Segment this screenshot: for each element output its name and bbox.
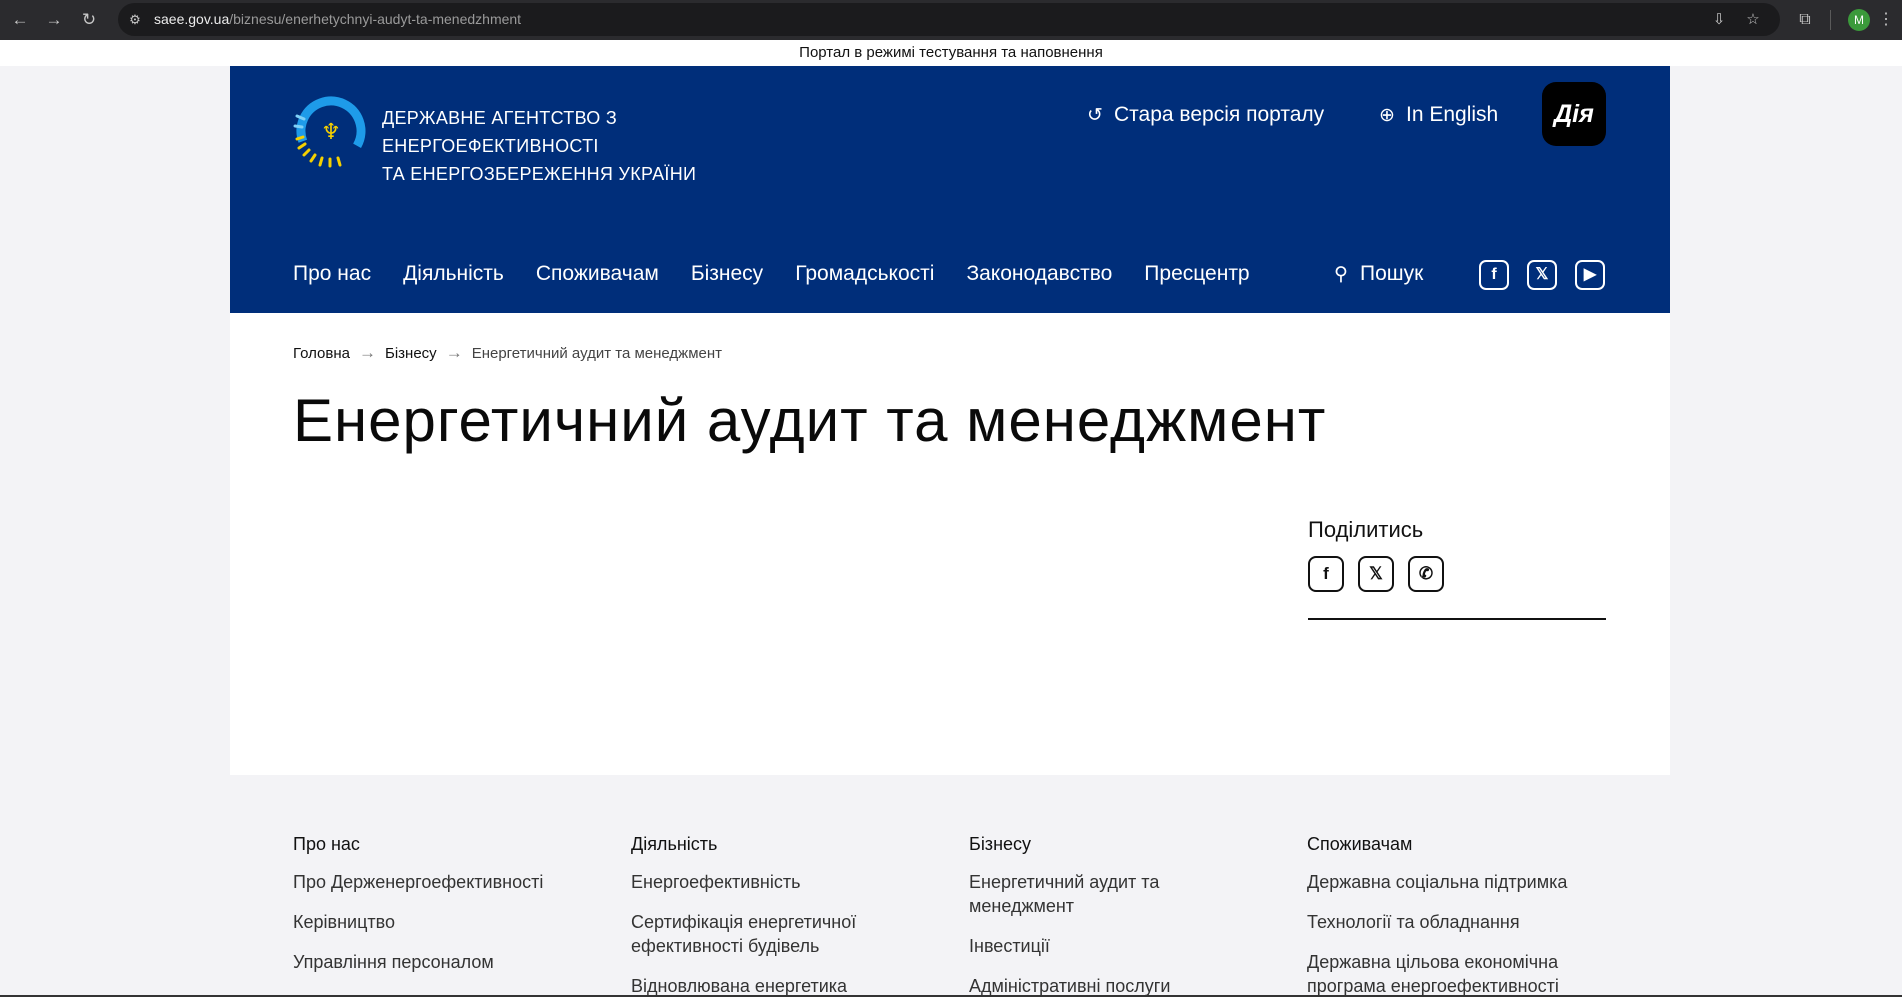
footer-link[interactable]: Адміністративні послуги <box>969 974 1199 997</box>
agency-name[interactable]: ДЕРЖАВНЕ АГЕНТСТВО З ЕНЕРГОЕФЕКТИВНОСТІ … <box>382 104 812 188</box>
share-facebook-icon[interactable]: f <box>1308 556 1344 592</box>
breadcrumb-section[interactable]: Бізнесу <box>385 345 437 362</box>
install-app-icon[interactable]: ⇩ <box>1709 10 1729 30</box>
profile-avatar[interactable]: M <box>1848 9 1870 31</box>
toolbar-divider <box>1830 10 1831 30</box>
english-link[interactable]: ⊕ In English <box>1376 100 1498 131</box>
extensions-icon[interactable]: ⧉ <box>1793 8 1817 32</box>
footer-heading: Бізнесу <box>969 834 1032 854</box>
site-header: ♆ ДЕРЖАВНЕ АГЕНТСТВО З ЕНЕРГОЕФЕКТИВНОСТ… <box>230 66 1670 313</box>
footer-heading: Споживачам <box>1307 834 1413 854</box>
share-x-icon[interactable]: 𝕏 <box>1358 556 1394 592</box>
footer-link[interactable]: Технології та обладнання <box>1307 910 1607 934</box>
old-version-link[interactable]: ↺ Стара версія порталу <box>1084 100 1324 131</box>
main-navigation: Про нас Діяльність Споживачам Бізнесу Гр… <box>293 259 1282 289</box>
footer-column-consumers: Споживачам Державна соціальна підтримка … <box>1307 832 1607 997</box>
old-version-label: Стара версія порталу <box>1114 103 1325 126</box>
footer-column-about: Про нас Про Держенергоефективності Керів… <box>293 832 593 990</box>
bookmark-star-icon[interactable]: ☆ <box>1743 10 1763 30</box>
history-icon: ↺ <box>1087 105 1103 126</box>
facebook-icon[interactable]: f <box>1479 260 1509 290</box>
browser-toolbar: ← → ↻ ⚙ saee.gov.ua/biznesu/enerhetychny… <box>0 0 1902 40</box>
address-bar[interactable]: ⚙ saee.gov.ua/biznesu/enerhetychnyi-audy… <box>118 3 1780 36</box>
share-divider <box>1308 618 1606 620</box>
site-footer: Про нас Про Держенергоефективності Керів… <box>0 775 1902 997</box>
footer-heading: Діяльність <box>631 834 718 854</box>
breadcrumb-current: Енергетичний аудит та менеджмент <box>471 345 723 362</box>
agency-logo-icon[interactable]: ♆ <box>293 93 369 169</box>
footer-link[interactable]: Енергетичний аудит та менеджмент <box>969 870 1199 918</box>
english-label: In English <box>1406 103 1499 126</box>
share-heading: Поділитись <box>1308 517 1424 542</box>
breadcrumb: Головна → Бізнесу → Енергетичний аудит та ме… <box>293 343 722 364</box>
nav-item-consumers[interactable]: Споживачам <box>536 259 659 289</box>
breadcrumb-home[interactable]: Головна <box>293 345 350 362</box>
footer-link[interactable]: Державна цільова економічна програма ене… <box>1307 950 1607 997</box>
search-icon: ⚲ <box>1334 264 1348 285</box>
youtube-icon[interactable]: ▶ <box>1575 260 1605 290</box>
footer-column-business: Бізнесу Енергетичний аудит та менеджмент… <box>969 832 1199 997</box>
footer-column-activity: Діяльність Енергоефективність Сертифікац… <box>631 832 901 997</box>
nav-item-press[interactable]: Пресцентр <box>1144 259 1249 289</box>
nav-item-about[interactable]: Про нас <box>293 259 371 289</box>
testing-banner: Портал в режимі тестування та наповнення <box>0 40 1902 66</box>
footer-link[interactable]: Керівництво <box>293 910 593 934</box>
url-text[interactable]: saee.gov.ua/biznesu/enerhetychnyi-audyt-… <box>154 11 521 28</box>
nav-item-activity[interactable]: Діяльність <box>403 259 504 289</box>
agency-name-line1: ДЕРЖАВНЕ АГЕНТСТВО З ЕНЕРГОЕФЕКТИВНОСТІ <box>382 108 618 156</box>
page-title: Енергетичний аудит та менеджмент <box>293 387 1327 454</box>
search-button[interactable]: ⚲ Пошук <box>1334 259 1423 290</box>
footer-link[interactable]: Енергоефективність <box>631 870 901 894</box>
footer-link[interactable]: Про Держенергоефективності <box>293 870 593 894</box>
share-whatsapp-icon[interactable]: ✆ <box>1408 556 1444 592</box>
site-info-icon[interactable]: ⚙ <box>126 11 144 29</box>
x-twitter-icon[interactable]: 𝕏 <box>1527 260 1557 290</box>
diia-button[interactable]: Дія <box>1542 82 1606 146</box>
nav-item-legislation[interactable]: Законодавство <box>966 259 1112 289</box>
menu-kebab-icon[interactable]: ⋮ <box>1874 8 1898 32</box>
arrow-right-icon: → <box>359 343 376 362</box>
agency-name-line2: ТА ЕНЕРГОЗБЕРЕЖЕННЯ УКРАЇНИ <box>382 164 697 184</box>
footer-link[interactable]: Державна соціальна підтримка <box>1307 870 1607 894</box>
footer-link[interactable]: Інвестиції <box>969 934 1199 958</box>
main-content: Головна → Бізнесу → Енергетичний аудит та ме… <box>230 313 1670 775</box>
reload-icon[interactable]: ↻ <box>77 8 101 32</box>
svg-text:♆: ♆ <box>321 120 341 145</box>
forward-icon[interactable]: → <box>42 8 66 32</box>
footer-link[interactable]: Відновлювана енергетика <box>631 974 901 997</box>
back-icon[interactable]: ← <box>8 8 32 32</box>
footer-link[interactable]: Сертифікація енергетичної ефективності б… <box>631 910 901 958</box>
nav-item-business[interactable]: Бізнесу <box>691 259 763 289</box>
search-label: Пошук <box>1360 262 1424 285</box>
footer-link[interactable]: Управління персоналом <box>293 950 593 974</box>
arrow-right-icon: → <box>445 343 463 362</box>
nav-item-public[interactable]: Громадськості <box>795 259 934 289</box>
footer-heading: Про нас <box>293 834 360 854</box>
globe-icon: ⊕ <box>1379 105 1395 126</box>
